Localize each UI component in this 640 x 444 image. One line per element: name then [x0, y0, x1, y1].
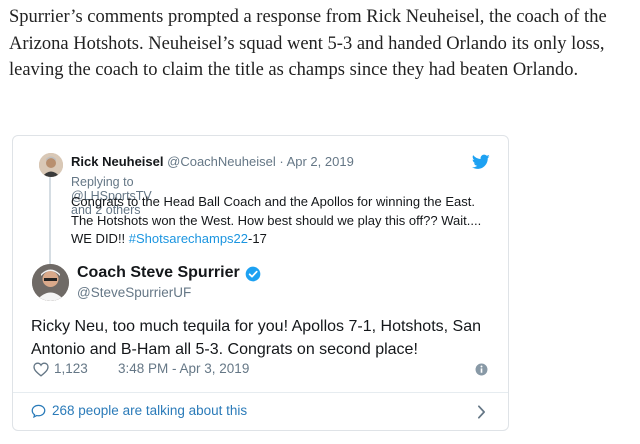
heart-icon[interactable]	[33, 362, 49, 377]
reply-author-handle[interactable]: @CoachNeuheisel	[167, 154, 276, 169]
like-count[interactable]: 1,123	[54, 361, 88, 376]
conversation-link[interactable]: 268 people are talking about this	[31, 402, 491, 422]
replying-prefix: Replying to	[71, 175, 134, 189]
hashtag-link[interactable]: #Shotsarechamps22	[129, 231, 248, 246]
card-divider	[13, 392, 508, 393]
info-icon[interactable]	[475, 363, 488, 376]
reply-author-name[interactable]: Rick Neuheisel	[71, 154, 164, 169]
tweet-meta-row: 1,123 3:48 PM - Apr 3, 2019	[33, 361, 493, 379]
person-avatar-icon	[39, 153, 63, 177]
chevron-right-icon[interactable]	[477, 405, 486, 419]
tweet-embed-card[interactable]: Rick Neuheisel @CoachNeuheisel · Apr 2, …	[12, 135, 509, 431]
reply-date[interactable]: Apr 2, 2019	[287, 154, 354, 169]
tweet-author-handle[interactable]: @SteveSpurrierUF	[77, 285, 191, 300]
article-paragraph: Spurrier’s comments prompted a response …	[9, 7, 607, 80]
reply-separator: ·	[279, 154, 284, 169]
avatar[interactable]	[32, 264, 69, 301]
speech-bubble-icon	[31, 404, 46, 418]
reply-tweet-text: Congrats to the Head Ball Coach and the …	[71, 193, 491, 249]
reply-header: Rick Neuheisel @CoachNeuheisel · Apr 2, …	[71, 154, 354, 169]
avatar[interactable]	[39, 153, 63, 177]
talking-count-label[interactable]: 268 people are talking about this	[52, 403, 247, 418]
verified-badge-icon	[245, 266, 261, 282]
tweet-author-name[interactable]: Coach Steve Spurrier	[77, 264, 240, 282]
person-avatar-icon	[32, 264, 69, 301]
twitter-bird-icon[interactable]	[472, 154, 490, 170]
tweet-text: Ricky Neu, too much tequila for you! Apo…	[31, 318, 482, 358]
reply-text-tail: -17	[248, 231, 267, 246]
tweet-timestamp[interactable]: 3:48 PM - Apr 3, 2019	[118, 361, 249, 376]
